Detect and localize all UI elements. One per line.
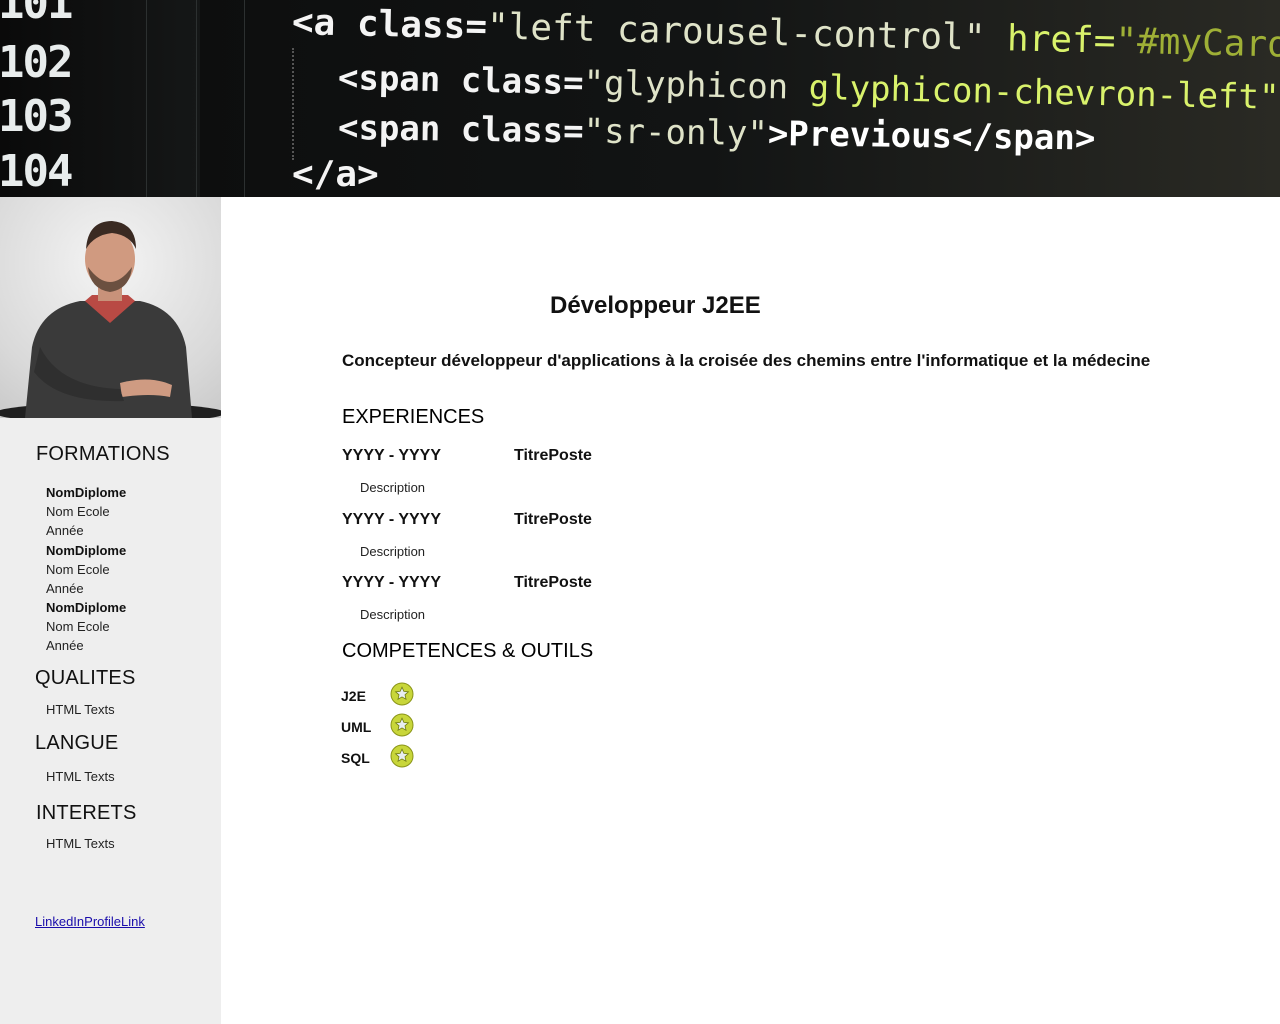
experience-description: Description xyxy=(360,480,426,495)
code-line: <span class="sr-only">Previous</span> xyxy=(338,108,1096,159)
interets-heading: INTERETS xyxy=(36,802,137,824)
competences-heading: COMPETENCES & OUTILS xyxy=(342,640,594,662)
code-attr: class= xyxy=(460,60,585,104)
formations-heading: FORMATIONS xyxy=(36,443,170,465)
experience-description: Description xyxy=(360,544,426,559)
formation-year: Année xyxy=(46,638,84,653)
line-number: 101 xyxy=(0,0,73,29)
code-string: glyphicon-chevron-left" xyxy=(808,67,1280,118)
line-number: 103 xyxy=(0,91,73,142)
experience-years: YYYY - YYYY xyxy=(342,574,442,591)
experience-years: YYYY - YYYY xyxy=(342,511,442,528)
formation-school: Nom Ecole xyxy=(46,504,110,519)
code-string: "left carousel-control" xyxy=(486,6,986,59)
line-number: 104 xyxy=(0,146,73,197)
qualites-heading: QUALITES xyxy=(35,667,136,689)
skill-name: SQL xyxy=(341,750,370,766)
qualites-text: HTML Texts xyxy=(46,702,115,717)
header-banner-image: 101 102 103 104 <a class="left carousel-… xyxy=(0,0,1280,197)
page-title: Développeur J2EE xyxy=(550,292,761,319)
experience-years: YYYY - YYYY xyxy=(342,447,442,464)
code-tag: <a xyxy=(291,2,358,45)
experience-description: Description xyxy=(360,607,426,622)
gutter-divider xyxy=(196,0,197,197)
code-string: "sr-only" xyxy=(583,111,769,155)
code-text: >Previous</span> xyxy=(767,114,1096,159)
formation-year: Année xyxy=(46,581,84,596)
langue-text: HTML Texts xyxy=(46,769,115,784)
person-portrait-icon xyxy=(0,221,221,418)
linkedin-profile-link[interactable]: LinkedInProfileLink xyxy=(35,914,145,929)
experiences-heading: EXPERIENCES xyxy=(342,406,485,428)
star-badge-icon xyxy=(390,713,414,737)
star-badge-icon xyxy=(390,744,414,768)
code-tag: <span xyxy=(337,108,462,150)
code-attr: class= xyxy=(356,3,488,48)
profile-photo xyxy=(0,197,221,418)
interets-text: HTML Texts xyxy=(46,836,115,851)
skill-name: UML xyxy=(341,719,372,735)
skill-name: J2E xyxy=(341,688,366,704)
sidebar: FORMATIONS NomDiplome Nom Ecole Année No… xyxy=(0,197,221,1024)
gutter-divider xyxy=(146,0,147,197)
profile-tagline: Concepteur développeur d'applications à … xyxy=(342,351,1151,370)
line-number: 102 xyxy=(0,37,73,88)
formation-diploma: NomDiplome xyxy=(46,600,127,615)
langue-heading: LANGUE xyxy=(35,732,119,754)
code-line: </a> xyxy=(292,154,379,195)
formation-diploma: NomDiplome xyxy=(46,543,127,558)
experience-title: TitrePoste xyxy=(514,511,592,528)
gutter-divider xyxy=(244,0,245,197)
code-string: "#myCarousel" role="bu xyxy=(1114,20,1280,73)
code-tag: </a> xyxy=(292,154,379,195)
experience-title: TitrePoste xyxy=(514,447,592,464)
experience-title: TitrePoste xyxy=(514,574,592,591)
formation-school: Nom Ecole xyxy=(46,562,110,577)
code-attr: href= xyxy=(984,17,1116,62)
indent-guide xyxy=(292,48,295,160)
code-string: "glyphicon xyxy=(583,63,810,108)
star-badge-icon xyxy=(390,682,414,706)
code-attr: class= xyxy=(460,109,584,152)
formation-school: Nom Ecole xyxy=(46,619,110,634)
code-tag: <span xyxy=(337,58,462,101)
formation-diploma: NomDiplome xyxy=(46,485,127,500)
formation-year: Année xyxy=(46,523,84,538)
